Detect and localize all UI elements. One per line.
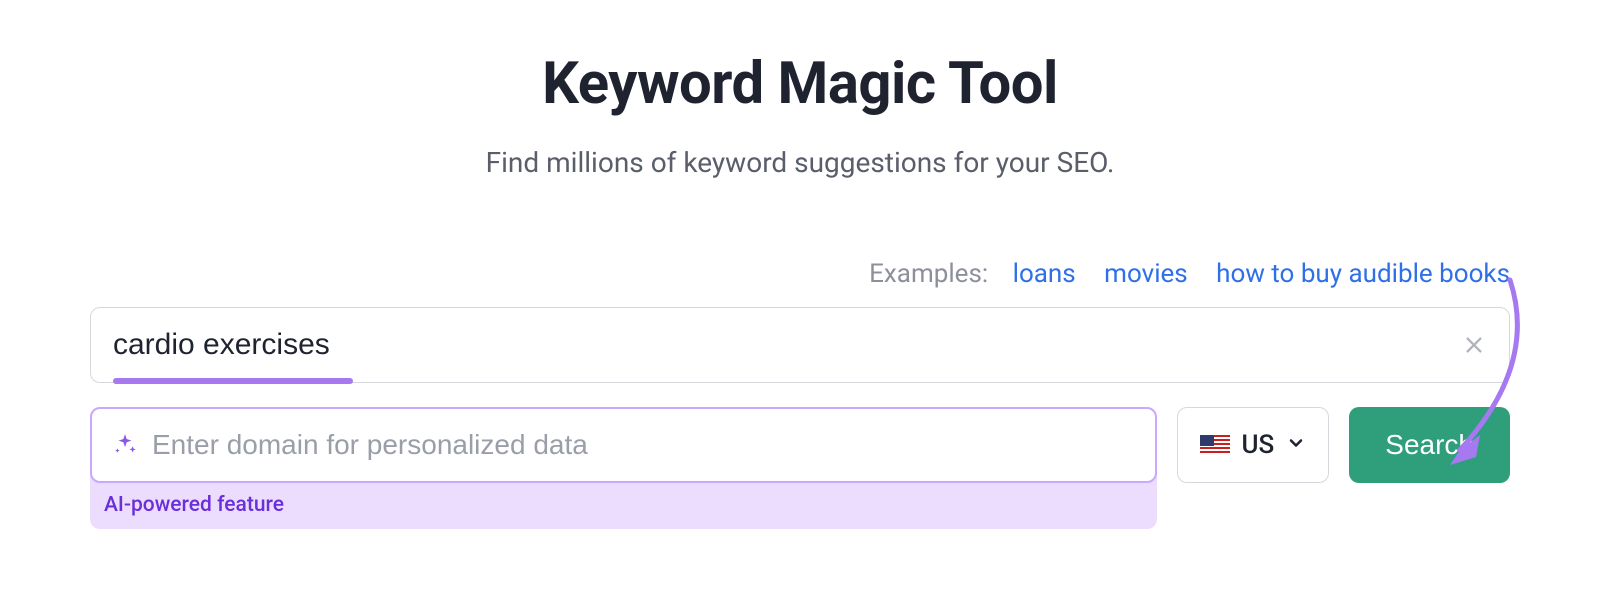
chevron-down-icon	[1286, 433, 1306, 457]
us-flag-icon	[1200, 435, 1230, 455]
example-link-loans[interactable]: loans	[1013, 259, 1076, 289]
ai-feature-label: AI-powered feature	[90, 483, 1157, 519]
page-subtitle: Find millions of keyword suggestions for…	[90, 146, 1510, 179]
domain-input[interactable]	[152, 429, 1135, 461]
country-label: US	[1242, 430, 1275, 460]
page-title: Keyword Magic Tool	[90, 50, 1510, 118]
examples-row: Examples: loans movies how to buy audibl…	[90, 259, 1510, 289]
keyword-input[interactable]	[113, 328, 1461, 362]
examples-label: Examples:	[869, 259, 988, 289]
keyword-input-container	[90, 307, 1510, 383]
country-select[interactable]: US	[1177, 407, 1330, 483]
example-link-audible[interactable]: how to buy audible books	[1216, 259, 1510, 289]
second-row: AI-powered feature US Search	[90, 407, 1510, 529]
main-container: Keyword Magic Tool Find millions of keyw…	[90, 0, 1510, 529]
domain-block: AI-powered feature	[90, 407, 1157, 529]
close-icon[interactable]	[1461, 332, 1487, 358]
example-link-movies[interactable]: movies	[1104, 259, 1188, 289]
domain-input-container	[90, 407, 1157, 483]
search-button[interactable]: Search	[1349, 407, 1510, 483]
keyword-underline-annotation	[113, 378, 353, 384]
sparkle-icon	[112, 432, 138, 458]
